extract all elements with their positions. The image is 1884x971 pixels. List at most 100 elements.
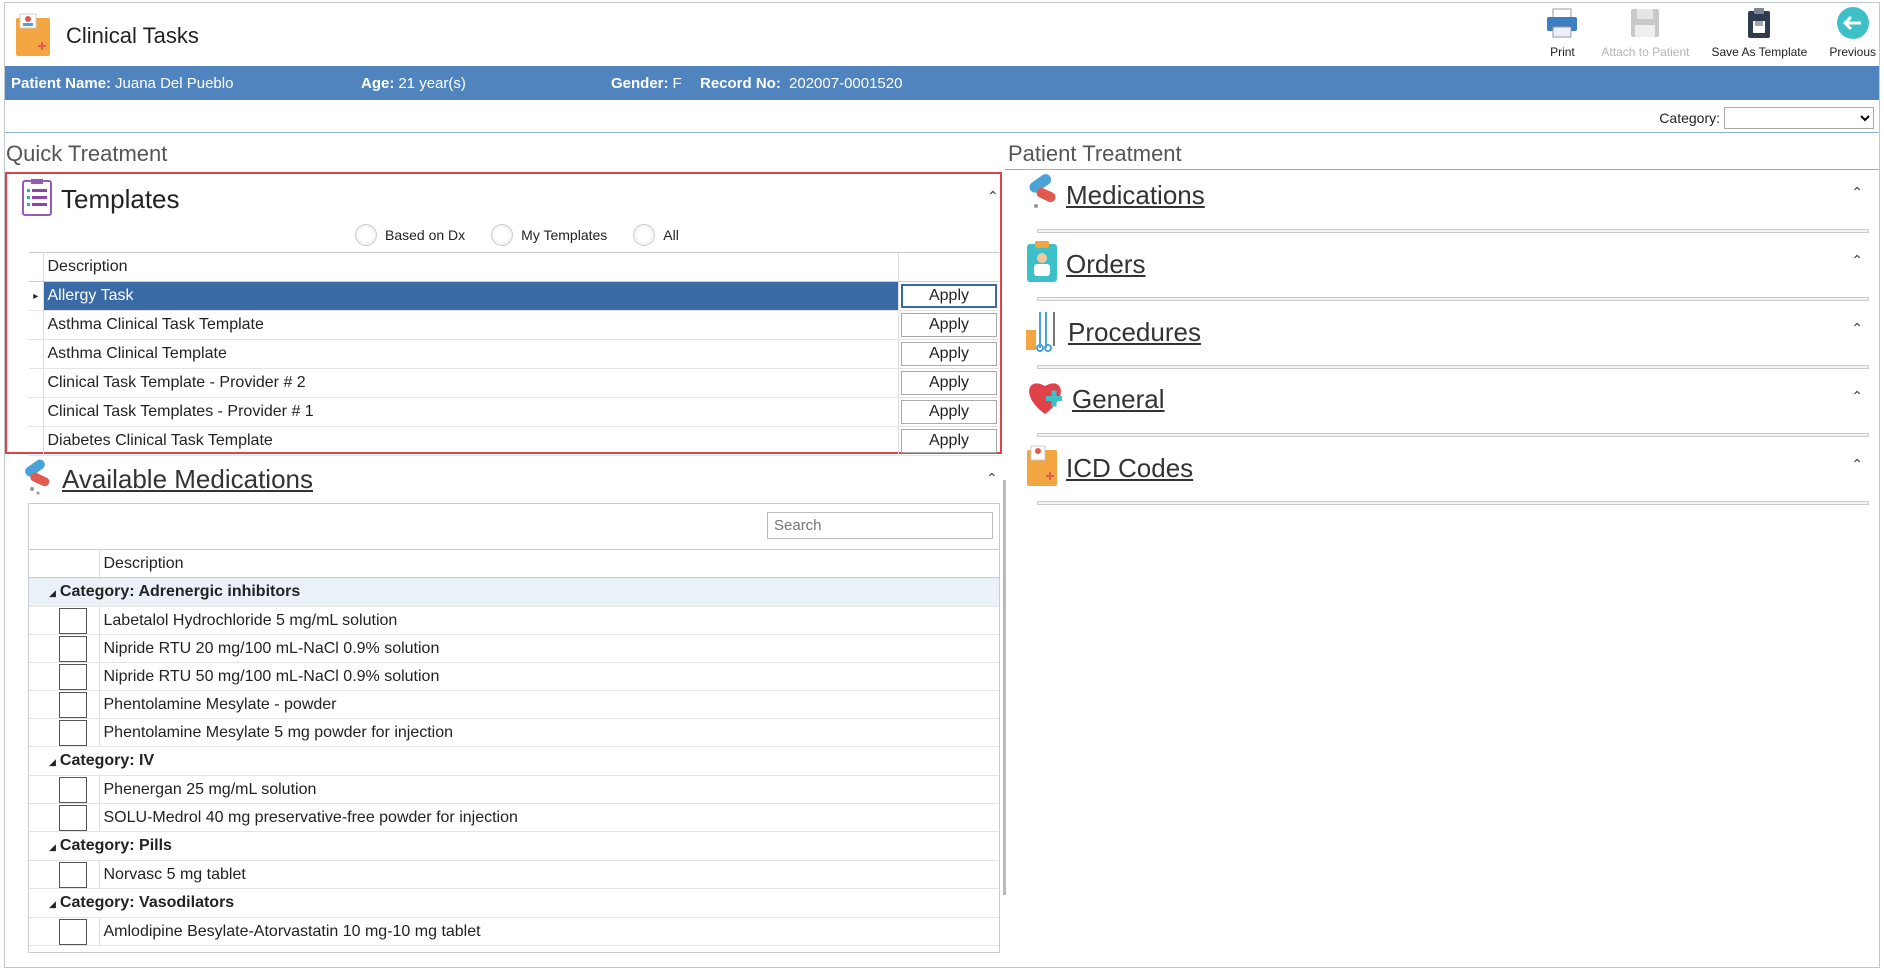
- vertical-scrollbar[interactable]: [1003, 480, 1006, 895]
- medication-row[interactable]: Labetalol Hydrochloride 5 mg/mL solution: [29, 606, 999, 635]
- section-header: General: [1024, 376, 1165, 423]
- apply-button[interactable]: Apply: [901, 371, 997, 395]
- checkbox-cell: [29, 775, 100, 804]
- section-title[interactable]: ICD Codes: [1066, 453, 1193, 484]
- patient-name: Patient Name: Juana Del Pueblo: [11, 75, 234, 92]
- medication-checkbox[interactable]: [59, 861, 87, 888]
- medication-description: SOLU-Medrol 40 mg preservative-free powd…: [99, 803, 999, 832]
- category-group-row[interactable]: ◢ Category: Vasodilators: [29, 888, 999, 918]
- collapse-icon[interactable]: ⌃: [1851, 320, 1863, 337]
- search-input[interactable]: [767, 512, 993, 539]
- medication-checkbox[interactable]: [59, 719, 87, 746]
- category-group-row[interactable]: ◢ Category: Pills: [29, 831, 999, 861]
- radio-my-templates[interactable]: My Templates: [491, 224, 607, 246]
- medication-checkbox[interactable]: [59, 918, 87, 945]
- medication-row[interactable]: Nipride RTU 50 mg/100 mL-NaCl 0.9% solut…: [29, 662, 999, 691]
- apply-cell: Apply: [898, 281, 999, 311]
- category-label: Category:: [1659, 110, 1720, 126]
- print-button[interactable]: Print: [1545, 6, 1579, 59]
- section-title[interactable]: General: [1072, 384, 1165, 415]
- collapse-icon[interactable]: ⌃: [1851, 388, 1863, 405]
- checkbox-cell: [29, 634, 100, 663]
- divider: [1005, 169, 1879, 170]
- medication-description: Phentolamine Mesylate 5 mg powder for in…: [99, 718, 999, 747]
- apply-button[interactable]: Apply: [901, 313, 997, 337]
- table-row[interactable]: Asthma Clinical Task Template Apply: [29, 310, 999, 340]
- collapse-icon[interactable]: ⌃: [1851, 456, 1863, 473]
- medication-checkbox[interactable]: [59, 691, 87, 718]
- medication-row[interactable]: Amlodipine Besylate-Atorvastatin 10 mg-1…: [29, 917, 999, 946]
- medication-row[interactable]: Phentolamine Mesylate 5 mg powder for in…: [29, 718, 999, 747]
- medication-checkbox[interactable]: [59, 804, 87, 831]
- medication-row[interactable]: Phenergan 25 mg/mL solution: [29, 775, 999, 804]
- previous-button[interactable]: Previous: [1829, 6, 1876, 59]
- attach-label: Attach to Patient: [1601, 45, 1690, 59]
- apply-button[interactable]: Apply: [901, 342, 997, 366]
- available-medications-title[interactable]: Available Medications: [62, 464, 313, 495]
- apply-button[interactable]: Apply: [901, 429, 997, 453]
- medication-checkbox[interactable]: [59, 663, 87, 690]
- apply-cell: Apply: [898, 368, 999, 398]
- category-group-row[interactable]: ◢ Category: Adrenergic inhibitors: [29, 577, 999, 607]
- table-row[interactable]: Diabetes Clinical Task Template Apply: [29, 426, 999, 456]
- section-title[interactable]: Procedures: [1068, 317, 1201, 348]
- category-group-label: ◢ Category: Pills: [29, 831, 999, 861]
- medication-row[interactable]: Nipride RTU 20 mg/100 mL-NaCl 0.9% solut…: [29, 634, 999, 663]
- expand-triangle-icon[interactable]: ◢: [49, 842, 56, 852]
- medication-row[interactable]: Phentolamine Mesylate - powder: [29, 690, 999, 719]
- save-as-template-button[interactable]: Save As Template: [1711, 6, 1807, 59]
- checkbox-cell: [29, 662, 100, 691]
- expand-triangle-icon[interactable]: ◢: [49, 899, 56, 909]
- checkbox-cell: [29, 606, 100, 635]
- collapse-medications-icon[interactable]: ⌃: [986, 470, 998, 487]
- templates-title: Templates: [61, 184, 180, 214]
- toolbar: Print Attach to Patient Save As Template…: [1545, 6, 1876, 59]
- table-row[interactable]: Asthma Clinical Template Apply: [29, 339, 999, 369]
- apply-button[interactable]: Apply: [901, 400, 997, 424]
- attach-to-patient-button[interactable]: Attach to Patient: [1601, 6, 1689, 59]
- medication-checkbox[interactable]: [59, 635, 87, 662]
- medication-description: Amlodipine Besylate-Atorvastatin 10 mg-1…: [99, 917, 999, 946]
- template-description: Allergy Task: [43, 281, 899, 311]
- quick-treatment-title: Quick Treatment: [6, 141, 168, 166]
- medication-row[interactable]: SOLU-Medrol 40 mg preservative-free powd…: [29, 803, 999, 832]
- doctor-clipboard-icon: [1024, 240, 1060, 289]
- expand-triangle-icon[interactable]: ◢: [49, 757, 56, 767]
- section-title[interactable]: Medications: [1066, 180, 1205, 211]
- available-medications-header: Available Medications: [20, 457, 313, 502]
- section-title[interactable]: Orders: [1066, 249, 1145, 280]
- collapse-icon[interactable]: ⌃: [1851, 252, 1863, 269]
- row-indicator: [29, 310, 44, 340]
- pills-icon: [1024, 172, 1060, 219]
- radio-based-on-dx[interactable]: Based on Dx: [355, 224, 465, 246]
- medication-description: Nipride RTU 50 mg/100 mL-NaCl 0.9% solut…: [99, 662, 999, 691]
- category-select[interactable]: [1724, 107, 1874, 129]
- category-group-label: ◢ Category: IV: [29, 746, 999, 776]
- section-body: [1037, 501, 1869, 505]
- medication-row[interactable]: Norvasc 5 mg tablet: [29, 860, 999, 889]
- table-row[interactable]: ▸ Allergy Task Apply: [29, 281, 999, 311]
- template-description: Clinical Task Templates - Provider # 1: [43, 397, 899, 427]
- section-orders: Orders ⌃: [1024, 240, 1869, 308]
- category-group-row[interactable]: ◢ Category: IV: [29, 746, 999, 776]
- medication-checkbox[interactable]: [59, 776, 87, 803]
- medication-checkbox[interactable]: [59, 607, 87, 634]
- table-row[interactable]: Clinical Task Templates - Provider # 1 Ap…: [29, 397, 999, 427]
- expand-triangle-icon[interactable]: ◢: [49, 588, 56, 598]
- clipboard-save-icon: [1742, 6, 1776, 40]
- column-header-description: Description: [99, 549, 999, 578]
- radio-circle: [491, 224, 514, 246]
- section-header: ICD Codes: [1024, 444, 1193, 493]
- pills-icon: [20, 457, 54, 502]
- previous-label: Previous: [1829, 45, 1876, 59]
- radio-all[interactable]: All: [633, 224, 679, 246]
- collapse-icon[interactable]: ⌃: [1851, 184, 1863, 201]
- back-arrow-icon: [1836, 6, 1870, 40]
- print-label: Print: [1550, 45, 1575, 59]
- collapse-templates-icon[interactable]: ⌃: [987, 188, 999, 205]
- radio-label: All: [663, 227, 679, 243]
- apply-button[interactable]: Apply: [901, 284, 997, 308]
- table-row[interactable]: Clinical Task Template - Provider # 2 App…: [29, 368, 999, 398]
- section-header: Medications: [1024, 172, 1205, 219]
- medical-folder-icon: [1024, 444, 1060, 493]
